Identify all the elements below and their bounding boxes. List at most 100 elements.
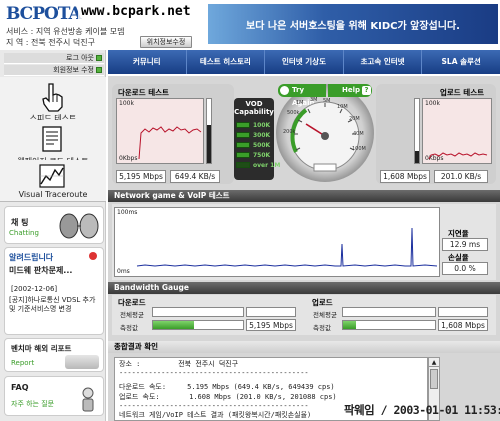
dial-label: 100M (352, 146, 366, 152)
vod-level-label: 100K (253, 121, 271, 129)
bw-row-measured: 측정값 (313, 324, 331, 332)
vod-level-label: 300K (253, 131, 271, 139)
dial-label: 500k (287, 110, 300, 116)
edit-profile-label: 회원정보 수정 (53, 66, 94, 74)
traceroute-chart-icon (39, 164, 65, 188)
bw-download-value: 5,195 Mbps (246, 319, 296, 331)
capture-watermark: 팍웨임 / 2003-01-01 11:53:05 (344, 403, 500, 417)
bw-upload-value: 1,608 Mbps (438, 319, 488, 331)
report-title: 벤치마 해외 리포트 (11, 344, 72, 353)
top-navigation: 커뮤니티 테스트 히스토리 인터넷 기상도 초고속 인터넷 SLA 솔루션 (108, 50, 500, 74)
dial-label: 3M (310, 97, 318, 103)
upload-level-meter (414, 98, 420, 164)
logout-link[interactable]: 로그 아웃 (4, 53, 104, 64)
dial-label: 10M (337, 104, 348, 110)
summary-title: 종합결과 확인 (114, 342, 159, 351)
download-kbs: 649.4 KB/s (170, 170, 220, 183)
summary-line: 장소 : 전북 전주시 덕진구 (119, 360, 239, 368)
bw-upload-fill (343, 321, 356, 329)
bw-download-avg-bar (152, 307, 244, 317)
vod-level-label: 500K (253, 141, 271, 149)
report-subtitle: Report (11, 359, 35, 367)
site-logo[interactable]: BCPOTA (6, 4, 82, 24)
bw-download-label: 다운로드 (118, 298, 146, 307)
latency-value: 12.9 ms (442, 238, 488, 251)
download-line (138, 126, 202, 160)
faq-title: FAQ (11, 383, 29, 392)
bandwidth-section-header: Bandwidth Gauge (108, 282, 500, 294)
notice-headline[interactable]: 미드웨 판차문제... (9, 265, 72, 276)
region-line: 지 역 : 전북 전주시 덕진구 (6, 38, 96, 47)
vod-bar (236, 162, 250, 168)
dial-label: 20M (349, 116, 360, 122)
dial-label: 1M (296, 100, 304, 106)
ad-banner[interactable]: 보다 나은 서버호스팅을 위해 KIDC가 앞장섭니다. (208, 4, 498, 44)
vod-level-label: 750K (253, 151, 271, 159)
voip-section-header: Network game & VoIP 테스트 (108, 190, 500, 202)
summary-line: 업로드 속도: 1.608 Mbps (201.0 KB/s, 201088 c… (119, 392, 337, 401)
report-graphic-icon (65, 355, 99, 369)
edit-profile-link[interactable]: 회원정보 수정 (4, 65, 104, 76)
dial-label: 200k (283, 129, 296, 135)
bw-download-avg-value (246, 307, 296, 317)
upload-title: 업로드 테스트 (440, 88, 485, 97)
question-figure-icon (82, 387, 94, 412)
nav-broadband[interactable]: 초고속 인터넷 (344, 50, 423, 74)
notice-title: 알려드립니다 (9, 253, 54, 262)
nav-test-history[interactable]: 테스트 히스토리 (187, 50, 266, 74)
scroll-thumb[interactable] (430, 369, 438, 389)
site-url: www.bcpark.net (78, 4, 194, 19)
bw-upload-measured-bar (342, 320, 436, 330)
bw-row-average: 전체평균 (313, 311, 337, 319)
upload-mbps: 1,608 Mbps (380, 170, 430, 183)
bw-download-measured-bar (152, 320, 244, 330)
banner-text: 보다 나은 서버호스팅을 위해 KIDC가 앞장섭니다. (246, 20, 460, 32)
download-title: 다운로드 테스트 (118, 88, 169, 97)
bw-row-measured: 측정값 (120, 324, 138, 332)
vod-levels: 100K 300K 500K 750K over 1M (236, 120, 280, 170)
edit-location-button[interactable]: 위치정보수정 (140, 36, 192, 48)
chat-cans-icon (59, 213, 99, 239)
bw-upload-label: 업로드 (312, 298, 333, 307)
nav-community[interactable]: 커뮤니티 (108, 50, 187, 74)
dial-label: 5M (323, 98, 331, 104)
dial-label: 40M (353, 131, 364, 137)
upload-level-fill (415, 151, 419, 163)
logout-label: 로그 아웃 (66, 54, 94, 62)
bw-download-fill (153, 321, 194, 329)
notice-box: 알려드립니다 미드웨 판차문제... [2002-12-06] [공지]하나로통… (4, 247, 104, 335)
report-box[interactable]: 벤치마 해외 리포트 Report (4, 338, 104, 372)
chat-subtitle: Chatting (9, 229, 39, 237)
notice-body[interactable]: [공지]하나로통신 VDSL 추가 및 기준서비스명 변경 (9, 296, 101, 314)
download-mbps: 5,195 Mbps (116, 170, 166, 183)
voip-graph: 100ms 0ms (114, 207, 440, 277)
voip-latency-line (136, 227, 438, 267)
chat-box[interactable]: 채 팅 Chatting (4, 206, 104, 244)
loss-value: 0.0 % (442, 262, 488, 275)
chat-title: 채 팅 (11, 218, 29, 227)
scroll-up-arrow-icon[interactable]: ▲ (429, 358, 439, 367)
download-graph: 100k 0Kbps (116, 98, 204, 164)
sidebar-item-label: Visual Traceroute (18, 190, 88, 199)
summary-line: ----------------------------------------… (119, 369, 309, 378)
faq-box[interactable]: FAQ 자주 하는 질문 (4, 376, 104, 416)
download-level-meter (206, 98, 212, 164)
vod-bar (236, 142, 250, 148)
bw-upload-avg-bar (342, 307, 436, 317)
service-line: 서비스 : 지역 유선방송 케이블 모뎀 (6, 27, 125, 36)
nav-internet-weather[interactable]: 인터넷 기상도 (265, 50, 344, 74)
vod-bar (236, 132, 250, 138)
voip-title: Network game & VoIP 테스트 (114, 191, 230, 200)
sidebar-item-visual-traceroute[interactable]: Visual Traceroute (0, 160, 106, 202)
notice-date: [2002-12-06] (11, 285, 58, 293)
summary-section-header: 종합결과 확인 (108, 341, 500, 353)
upload-line (428, 152, 488, 160)
upload-graph: 100k 0Kbps (422, 98, 492, 164)
vod-bar (236, 152, 250, 158)
document-icon (42, 126, 62, 152)
bw-row-average: 전체평균 (120, 311, 144, 319)
bandwidth-title: Bandwidth Gauge (114, 283, 189, 292)
nav-sla-solution[interactable]: SLA 솔루션 (422, 50, 500, 74)
vod-title: VOD Capability (234, 100, 274, 116)
green-bullet-icon (96, 55, 102, 61)
